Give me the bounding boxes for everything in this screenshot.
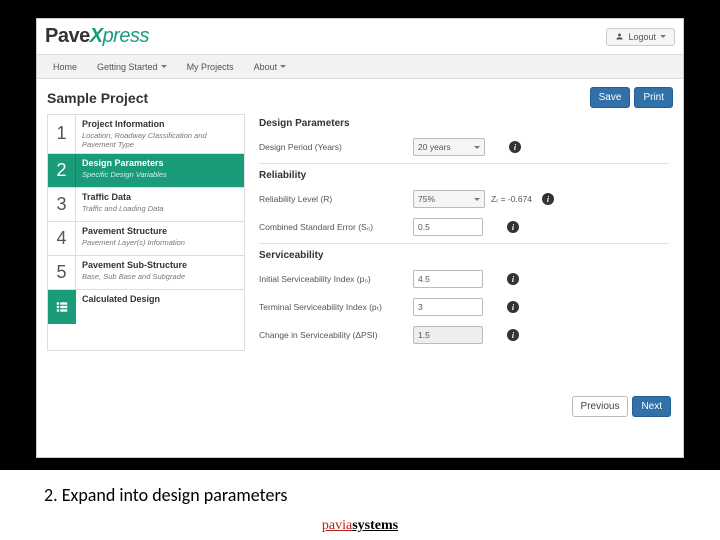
terminal-psi-label: Terminal Serviceability Index (pₜ) [259,302,407,312]
step-number: 5 [48,256,76,289]
step-subtitle: Specific Design Variables [82,170,238,179]
logout-label: Logout [628,32,656,42]
slide-footer: 2. Expand into design parameters paviasy… [0,470,720,540]
caret-down-icon [474,198,480,201]
step-1[interactable]: 1 Project Information Location, Roadway … [48,115,244,154]
title-row: Sample Project Save Print [47,87,673,108]
section-serviceability: Serviceability [259,250,669,261]
reliability-dropdown[interactable]: 75% [413,190,485,208]
step-title: Pavement Sub-Structure [82,260,238,271]
info-icon[interactable]: i [507,301,519,313]
step-title: Project Information [82,119,238,130]
zr-value: Zᵣ = -0.674 [491,194,532,204]
step-number: 2 [48,154,76,187]
caret-down-icon [660,35,666,38]
stepper: 1 Project Information Location, Roadway … [47,114,245,351]
brand-footer: paviasystems [0,518,720,534]
step-title: Design Parameters [82,158,238,169]
reliability-label: Reliability Level (R) [259,194,407,204]
step-title: Calculated Design [82,294,238,305]
step-title: Traffic Data [82,192,238,203]
design-period-dropdown[interactable]: 20 years [413,138,485,156]
terminal-psi-input[interactable]: 3 [413,298,483,316]
section-reliability: Reliability [259,170,669,181]
previous-button[interactable]: Previous [572,396,629,417]
topbar: PaveXpress Logout [37,19,683,55]
info-icon[interactable]: i [542,193,554,205]
nav-home[interactable]: Home [43,57,87,77]
step-subtitle: Traffic and Loading Data [82,204,238,213]
step-number: 1 [48,115,76,153]
initial-psi-input[interactable]: 4.5 [413,270,483,288]
print-button[interactable]: Print [634,87,673,108]
section-design-parameters: Design Parameters [259,118,669,129]
info-icon[interactable]: i [509,141,521,153]
footer-systems: systems [352,518,398,533]
step-3[interactable]: 3 Traffic Data Traffic and Loading Data [48,188,244,222]
logo-pave: Pave [45,25,90,47]
initial-psi-label: Initial Serviceability Index (p₀) [259,274,407,284]
std-error-input[interactable]: 0.5 [413,218,483,236]
nav-my-projects[interactable]: My Projects [177,57,244,77]
delta-psi-label: Change in Serviceability (ΔPSI) [259,330,407,340]
step-subtitle: Pavement Layer(s) Information [82,238,238,247]
page-title: Sample Project [47,90,148,106]
logo-x: X [90,25,103,47]
step-calculated[interactable]: Calculated Design [48,290,244,324]
info-icon[interactable]: i [507,221,519,233]
next-button[interactable]: Next [632,396,671,417]
step-number: 3 [48,188,76,221]
caret-down-icon [161,65,167,68]
std-error-label: Combined Standard Error (S₀) [259,222,407,232]
divider [259,163,669,164]
logout-button[interactable]: Logout [606,28,675,46]
info-icon[interactable]: i [507,273,519,285]
footer-pavia: pavia [322,518,352,533]
divider [259,243,669,244]
nav-getting-started[interactable]: Getting Started [87,57,177,77]
app-window: PaveXpress Logout Home Getting Started M… [36,18,684,458]
form-area: Design Parameters Design Period (Years) … [255,114,673,351]
nav-about[interactable]: About [244,57,297,77]
step-number: 4 [48,222,76,255]
step-title: Pavement Structure [82,226,238,237]
step-2[interactable]: 2 Design Parameters Specific Design Vari… [48,154,244,188]
caret-down-icon [474,146,480,149]
design-period-label: Design Period (Years) [259,142,407,152]
navbar: Home Getting Started My Projects About [37,55,683,79]
step-5[interactable]: 5 Pavement Sub-Structure Base, Sub Base … [48,256,244,290]
slide-caption: 2. Expand into design parameters [44,484,287,506]
list-icon [48,290,76,324]
logo-press: press [103,25,149,47]
info-icon[interactable]: i [507,329,519,341]
step-subtitle: Base, Sub Base and Subgrade [82,272,238,281]
step-subtitle: Location, Roadway Classification and Pav… [82,131,238,149]
user-icon [615,32,624,41]
save-button[interactable]: Save [590,87,631,108]
delta-psi-readonly: 1.5 [413,326,483,344]
caret-down-icon [280,65,286,68]
logo: PaveXpress [45,25,149,48]
step-4[interactable]: 4 Pavement Structure Pavement Layer(s) I… [48,222,244,256]
